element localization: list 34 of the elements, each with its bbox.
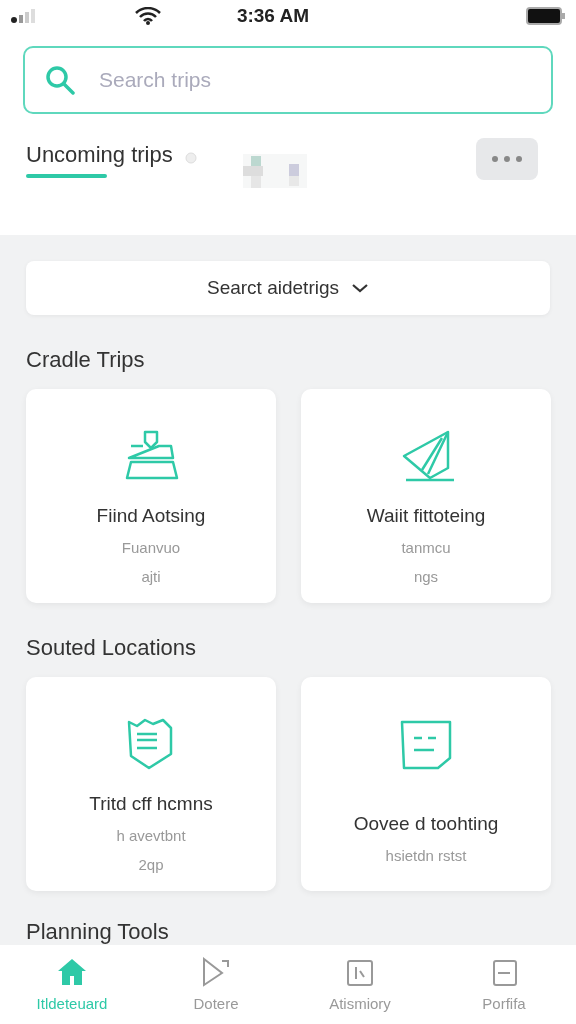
filter-dropdown[interactable]: Searct aidetrigs xyxy=(26,261,550,315)
wifi-icon xyxy=(135,7,162,25)
card-subtitle: ngs xyxy=(413,568,439,585)
search-icon xyxy=(45,65,75,95)
map-pin-icon xyxy=(123,430,179,482)
more-button[interactable] xyxy=(476,138,538,180)
card-subtitle: hsietdn rstst xyxy=(385,847,467,864)
status-time: 3:36 AM xyxy=(236,5,310,27)
card-subtitle: ajti xyxy=(141,568,161,585)
search-field[interactable]: Search trips xyxy=(23,46,553,114)
section-heading: Souted Locations xyxy=(26,635,198,661)
trip-card[interactable]: Oovee d toohting hsietdn rstst xyxy=(301,677,551,891)
trip-card[interactable]: Waiit fittoteing tanmcu ngs xyxy=(301,389,551,603)
home-icon xyxy=(56,957,88,987)
card-title: Tritd cff hcmns xyxy=(89,793,213,815)
card-title: Waiit fittoteing xyxy=(366,505,486,527)
status-dot-icon xyxy=(184,152,197,164)
tab[interactable]: Uncoming trips xyxy=(26,138,173,178)
section-heading: Cradle Trips xyxy=(26,347,146,373)
card-subtitle: 2qp xyxy=(138,856,164,873)
trip-card[interactable]: Tritd cff hcmns h avevtbnt 2qp xyxy=(26,677,276,891)
battery-icon xyxy=(525,6,566,26)
card-title: Fiind Aotsing xyxy=(96,505,206,527)
card-subtitle: Fuanvuo xyxy=(121,539,181,556)
section-heading: Planning Tools xyxy=(26,919,170,945)
card-subtitle: tanmcu xyxy=(401,539,451,556)
trip-card[interactable]: Fiind Aotsing Fuanvuo ajti xyxy=(26,389,276,603)
more-icon xyxy=(492,156,522,162)
play-icon xyxy=(200,957,232,987)
card-title: Oovee d toohting xyxy=(353,813,499,835)
card-subtitle: h avevtbnt xyxy=(116,827,186,844)
chevron-down-icon xyxy=(351,283,369,293)
clipboard-icon xyxy=(344,957,376,987)
note-icon xyxy=(398,718,454,770)
